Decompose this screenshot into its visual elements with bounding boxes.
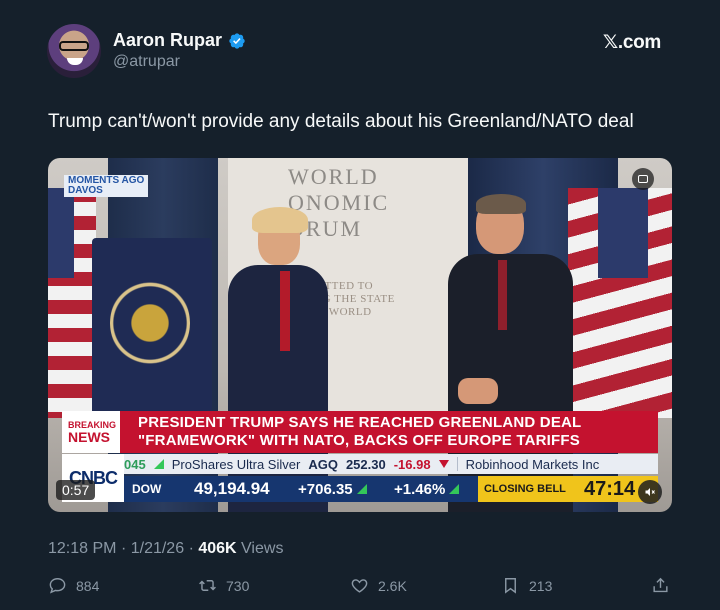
closing-bell-time: 47:14 — [584, 477, 636, 500]
author-handle[interactable]: @atrupar — [113, 53, 180, 71]
like-count: 2.6K — [378, 577, 407, 594]
index-value: 49,194.94 — [194, 479, 270, 498]
repost-button[interactable]: 730 — [198, 576, 249, 595]
tweet-actions: 884 730 2.6K 213 — [48, 576, 672, 598]
x-brand-logo[interactable]: 𝕏.com — [603, 31, 661, 54]
author-name-row: Aaron Rupar — [113, 30, 246, 51]
breaking-news-label: BREAKING NEWS — [62, 411, 120, 453]
moments-ago-tag: MOMENTS AGO DAVOS — [64, 175, 149, 197]
us-flag-right — [568, 188, 672, 418]
ticker-item1-price: 252.30 — [345, 456, 386, 472]
stock-ticker: 045 ProShares Ultra Silver AGQ 252.30 -1… — [62, 454, 658, 474]
avatar[interactable] — [47, 24, 101, 78]
verified-badge-icon — [229, 32, 245, 49]
breaking-headline: PRESIDENT TRUMP SAYS HE REACHED GREENLAN… — [138, 414, 582, 449]
down-arrow-icon — [438, 460, 449, 468]
up-arrow-icon — [449, 484, 460, 494]
share-icon — [653, 577, 668, 593]
index-name: DOW — [132, 482, 162, 496]
up-arrow-icon — [356, 484, 367, 494]
avatar-mouth — [67, 58, 83, 65]
picture-in-picture-icon[interactable] — [632, 168, 654, 190]
breaking-news-banner: BREAKING NEWS PRESIDENT TRUMP SAYS HE RE… — [62, 411, 658, 453]
presidential-seal — [110, 278, 190, 368]
up-arrow-icon — [153, 459, 164, 469]
author-display-name[interactable]: Aaron Rupar — [113, 30, 222, 51]
tweet-date[interactable]: 1/21/26 — [131, 540, 184, 557]
repost-count: 730 — [226, 577, 250, 594]
index-change: +706.35 — [298, 480, 353, 498]
index-percent: +1.46% — [394, 480, 446, 498]
heart-icon — [351, 579, 368, 593]
ticker-item2-name: Robinhood Markets Inc — [465, 456, 600, 472]
like-button[interactable]: 2.6K — [350, 576, 407, 595]
reply-count: 884 — [76, 577, 100, 594]
tweet-meta: 12:18 PM · 1/21/26 · 406K Views — [48, 540, 284, 557]
comment-icon — [49, 578, 66, 594]
closing-bell-label: CLOSING BELL — [484, 483, 566, 495]
closing-bell-bar: CLOSING BELL 47:14 — [478, 476, 658, 502]
share-button[interactable] — [651, 576, 670, 595]
tweet-time[interactable]: 12:18 PM — [48, 540, 116, 557]
tweet-text: Trump can't/won't provide any details ab… — [48, 111, 634, 132]
ticker-item1-change: -16.98 — [393, 456, 431, 472]
views-label: Views — [241, 540, 284, 557]
dow-index-bar: DOW 49,194.94 +706.35 +1.46% — [124, 476, 478, 502]
views-count: 406K — [198, 540, 237, 557]
bookmark-button[interactable]: 213 — [501, 576, 552, 595]
ticker-item1-symbol: AGQ — [308, 456, 338, 472]
ticker-item1-name: ProShares Ultra Silver — [171, 456, 301, 472]
reply-button[interactable]: 884 — [48, 576, 99, 595]
video-player[interactable]: WORLD ONOMIC ORUM MITTED TO ING THE STAT… — [48, 158, 672, 512]
bookmark-count: 213 — [529, 577, 553, 594]
mute-icon[interactable] — [638, 480, 662, 504]
ticker-left-value: 045 — [124, 456, 146, 472]
bookmark-icon — [505, 578, 516, 594]
avatar-glasses — [59, 41, 89, 51]
video-playback-time: 0:57 — [56, 480, 96, 500]
repost-icon — [199, 580, 216, 591]
us-flag-left — [48, 188, 96, 418]
